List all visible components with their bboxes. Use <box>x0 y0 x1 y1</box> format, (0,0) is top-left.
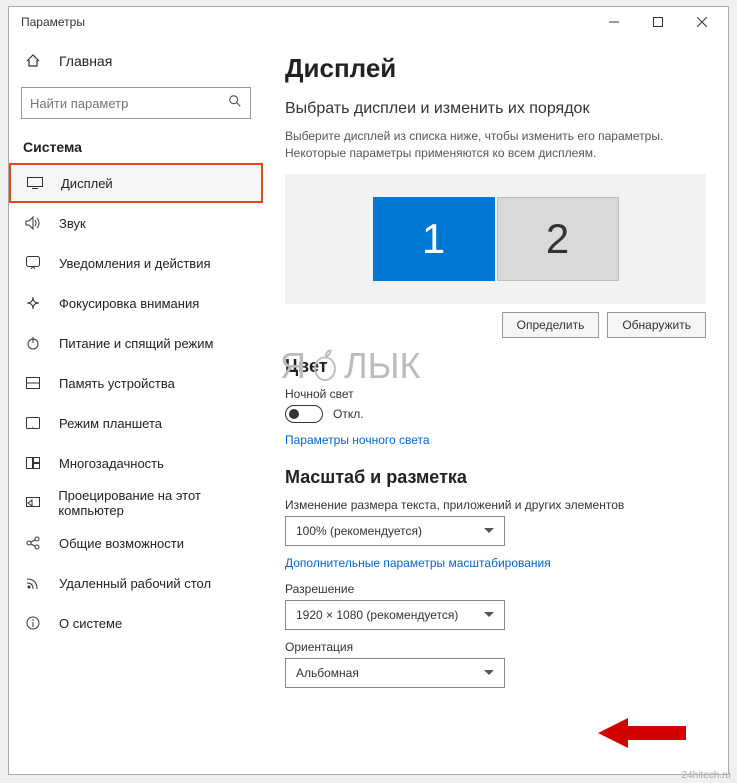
identify-button[interactable]: Определить <box>502 312 600 338</box>
sidebar-home[interactable]: Главная <box>9 41 263 81</box>
arrow-annotation <box>598 715 688 756</box>
remote-icon <box>23 576 43 590</box>
sidebar-item-label: Уведомления и действия <box>59 256 211 271</box>
sidebar-item-display[interactable]: Дисплей <box>9 163 263 203</box>
search-input[interactable] <box>30 96 228 111</box>
display-arrangement[interactable]: 1 2 <box>285 174 706 304</box>
content: Дисплей Выбрать дисплеи и изменить их по… <box>263 37 728 774</box>
advanced-scaling-link[interactable]: Дополнительные параметры масштабирования <box>285 556 551 570</box>
source-credit: 24hitech.ru <box>682 770 731 781</box>
sidebar-item-label: Многозадачность <box>59 456 164 471</box>
chevron-down-icon <box>484 670 494 675</box>
scale-select[interactable]: 100% (рекомендуется) <box>285 516 505 546</box>
night-light-label: Ночной свет <box>285 387 706 401</box>
page-heading: Дисплей <box>285 53 706 84</box>
multitask-icon <box>23 457 43 469</box>
resolution-value: 1920 × 1080 (рекомендуется) <box>296 608 458 622</box>
sidebar-item-label: Общие возможности <box>59 536 184 551</box>
tablet-icon <box>23 417 43 429</box>
sidebar-item-label: Проецирование на этот компьютер <box>58 488 263 518</box>
search-icon <box>228 94 242 113</box>
sidebar-item-about[interactable]: О системе <box>9 603 263 643</box>
night-light-state: Откл. <box>333 407 364 421</box>
sidebar-item-focus[interactable]: Фокусировка внимания <box>9 283 263 323</box>
orientation-select[interactable]: Альбомная <box>285 658 505 688</box>
scale-value: 100% (рекомендуется) <box>296 524 422 538</box>
display-buttons: Определить Обнаружить <box>285 312 706 338</box>
resolution-label: Разрешение <box>285 582 706 596</box>
orientation-label: Ориентация <box>285 640 706 654</box>
search-box[interactable] <box>21 87 251 119</box>
sidebar-item-label: Удаленный рабочий стол <box>59 576 211 591</box>
sidebar-item-label: Фокусировка внимания <box>59 296 199 311</box>
settings-window: Параметры Главная <box>8 6 729 775</box>
resolution-select[interactable]: 1920 × 1080 (рекомендуется) <box>285 600 505 630</box>
color-heading: Цвет <box>285 356 706 377</box>
sidebar: Главная Система Дисплей <box>9 37 263 774</box>
scale-heading: Масштаб и разметка <box>285 467 706 488</box>
storage-icon <box>23 377 43 389</box>
sidebar-item-label: Память устройства <box>59 376 175 391</box>
night-light-settings-link[interactable]: Параметры ночного света <box>285 433 430 447</box>
sidebar-item-label: О системе <box>59 616 122 631</box>
monitor-2[interactable]: 2 <box>497 197 619 281</box>
select-displays-desc: Выберите дисплей из списка ниже, чтобы и… <box>285 128 706 162</box>
monitor-1[interactable]: 1 <box>373 197 495 281</box>
maximize-button[interactable] <box>636 7 680 37</box>
night-light-toggle[interactable] <box>285 405 323 423</box>
sound-icon <box>23 216 43 230</box>
sidebar-item-power[interactable]: Питание и спящий режим <box>9 323 263 363</box>
chevron-down-icon <box>484 528 494 533</box>
detect-button[interactable]: Обнаружить <box>607 312 706 338</box>
section-label: Система <box>9 125 263 163</box>
window-controls <box>592 7 724 37</box>
sidebar-home-label: Главная <box>59 53 112 69</box>
sidebar-item-label: Питание и спящий режим <box>59 336 213 351</box>
notification-icon <box>23 256 43 270</box>
sidebar-item-sound[interactable]: Звук <box>9 203 263 243</box>
home-icon <box>23 53 43 69</box>
chevron-down-icon <box>484 612 494 617</box>
scale-label: Изменение размера текста, приложений и д… <box>285 498 706 512</box>
close-button[interactable] <box>680 7 724 37</box>
titlebar: Параметры <box>9 7 728 37</box>
sidebar-item-shared[interactable]: Общие возможности <box>9 523 263 563</box>
sidebar-item-tablet[interactable]: Режим планшета <box>9 403 263 443</box>
sidebar-item-label: Звук <box>59 216 86 231</box>
focus-icon <box>23 296 43 310</box>
body: Главная Система Дисплей <box>9 37 728 774</box>
minimize-button[interactable] <box>592 7 636 37</box>
sidebar-item-multitask[interactable]: Многозадачность <box>9 443 263 483</box>
sidebar-item-remote[interactable]: Удаленный рабочий стол <box>9 563 263 603</box>
select-displays-heading: Выбрать дисплеи и изменить их порядок <box>285 100 706 118</box>
sidebar-item-notifications[interactable]: Уведомления и действия <box>9 243 263 283</box>
shared-icon <box>23 536 43 550</box>
sidebar-item-label: Дисплей <box>61 176 113 191</box>
window-title: Параметры <box>21 15 85 29</box>
display-icon <box>25 177 45 189</box>
sidebar-item-storage[interactable]: Память устройства <box>9 363 263 403</box>
sidebar-item-projecting[interactable]: Проецирование на этот компьютер <box>9 483 263 523</box>
project-icon <box>23 497 42 509</box>
sidebar-item-label: Режим планшета <box>59 416 162 431</box>
night-light-toggle-row: Откл. <box>285 405 706 423</box>
info-icon <box>23 616 43 630</box>
power-icon <box>23 336 43 350</box>
orientation-value: Альбомная <box>296 666 359 680</box>
search-wrap <box>9 81 263 125</box>
